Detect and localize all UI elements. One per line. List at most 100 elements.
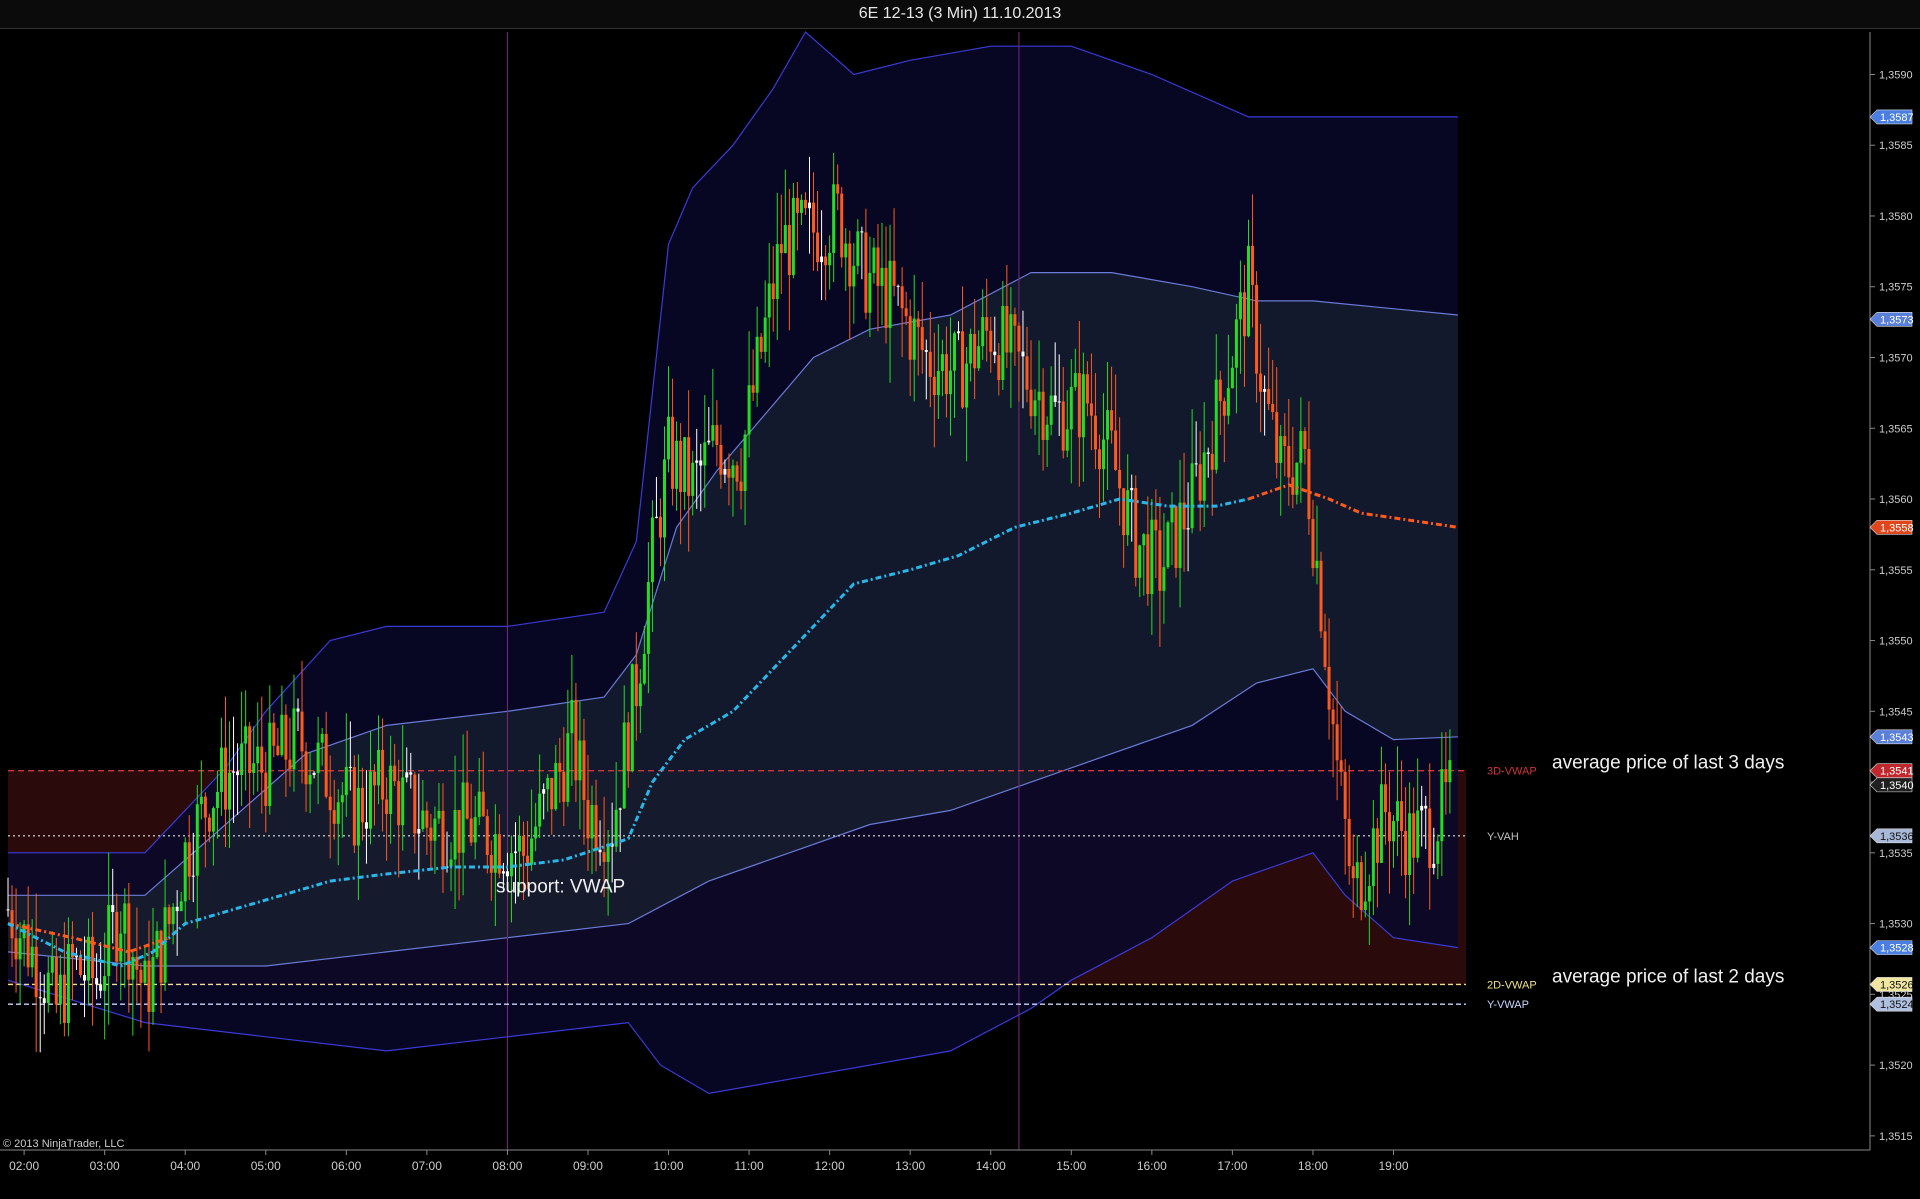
candle-body [663,459,667,538]
candle-body [1222,401,1226,416]
candle-body [993,351,997,356]
candle-body [1408,813,1412,876]
candle-body [191,875,195,877]
candle-body [554,762,558,810]
candle-body [864,232,868,313]
candle-body [352,767,356,846]
candle-body [985,317,989,331]
candle-body [1287,446,1291,478]
candle-body [348,766,352,768]
candle-body [1387,812,1391,842]
candle-body [207,817,211,832]
candle-body [642,653,646,684]
candle-body [1178,502,1182,568]
candle-body [1315,560,1319,569]
x-tick-label: 02:00 [9,1159,39,1173]
candle-body [884,267,888,328]
candle-body [6,909,10,911]
candle-body [1009,314,1013,353]
candle-body [989,330,993,352]
candle-body [1420,805,1424,811]
candle-body [767,283,771,318]
candle-body [1267,388,1271,404]
candle-body [1089,403,1093,416]
candle-body [538,793,542,827]
candle-body [771,283,775,300]
candle-body [896,285,900,287]
candle-body [1146,534,1150,595]
candle-body [18,938,22,960]
candle-body [78,955,82,975]
candle-body [1440,769,1444,842]
candle-body [703,442,707,466]
candle-body [1303,431,1307,450]
candle-body [743,434,747,491]
candle-body [1118,469,1122,489]
candle-body [457,810,461,853]
candle-body [1097,449,1101,470]
candle-body [336,802,340,824]
candle-body [598,849,602,853]
price-chart[interactable]: 3D-VWAP Y-VAH 2D-VWAP Y-VWAP support: VWAP av… [0,0,1920,1199]
candle-body [211,808,215,832]
candle-body [1375,828,1379,863]
candle-body [1311,519,1315,569]
candle-body [244,726,248,744]
candle-body [1162,567,1166,591]
x-tick-label: 08:00 [492,1159,522,1173]
candle-body [1339,760,1343,772]
candle-body [62,974,66,1023]
candle-body [787,225,791,276]
candle-body [1355,862,1359,879]
candle-body [779,244,783,254]
candle-body [936,370,940,396]
candle-body [485,816,489,855]
candle-body [928,351,932,377]
y-tick-label: 1,3550 [1879,636,1913,648]
candle-body [747,385,751,435]
candle-body [683,437,687,492]
candle-body [840,193,844,258]
candle-body [248,726,252,773]
candle-body [912,318,916,360]
x-tick-label: 15:00 [1056,1159,1086,1173]
price-badge-label: 1,3536 [1880,831,1914,843]
candle-body [1206,452,1210,454]
candle-body [638,683,642,707]
candle-body [965,363,969,408]
candle-body [530,838,534,865]
candle-body [1190,463,1194,529]
candle-body [775,244,779,300]
candle-body [115,911,119,962]
candle-body [219,747,223,792]
x-tick-label: 19:00 [1378,1159,1408,1173]
price-badge: 1,3587 [1869,109,1914,125]
price-badge-label: 1,3528 [1880,943,1914,955]
candle-body [816,232,820,263]
candle-body [900,286,904,309]
candle-body [1363,901,1367,911]
candle-body [803,199,807,209]
x-tick-label: 09:00 [573,1159,603,1173]
candle-body [1400,801,1404,831]
candle-body [316,742,320,773]
y-tick-label: 1,3575 [1879,282,1913,294]
x-tick-label: 10:00 [654,1159,684,1173]
y-tick-label: 1,3535 [1879,848,1913,860]
candle-body [300,711,304,752]
candle-body [1045,424,1049,440]
candle-body [119,933,123,962]
candle-body [582,740,586,800]
candle-body [977,346,981,369]
y-tick-label: 1,3555 [1879,565,1913,577]
candle-body [1424,805,1428,809]
candle-body [461,782,465,853]
y-tick-label: 1,3565 [1879,423,1913,435]
candle-body [961,331,965,408]
candle-body [940,354,944,371]
candle-body [969,333,973,364]
candle-body [95,978,99,985]
candle-body [493,834,497,873]
candle-body [304,751,308,785]
candle-body [948,370,952,395]
